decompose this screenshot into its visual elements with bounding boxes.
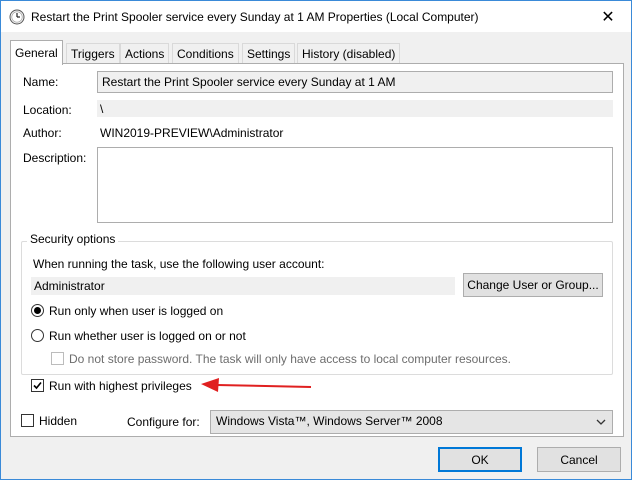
chevron-down-icon <box>596 419 606 425</box>
configure-for-label: Configure for: <box>127 415 200 429</box>
properties-dialog: Restart the Print Spooler service every … <box>0 0 632 480</box>
radio-whether-logged-on[interactable] <box>31 329 44 342</box>
configure-for-dropdown[interactable]: Windows Vista™, Windows Server™ 2008 <box>210 410 613 434</box>
close-button[interactable]: ✕ <box>585 1 631 32</box>
tab-general[interactable]: General <box>10 40 63 65</box>
radio-whether-label[interactable]: Run whether user is logged on or not <box>49 329 246 343</box>
description-field[interactable] <box>97 147 613 223</box>
cancel-button[interactable]: Cancel <box>537 447 621 472</box>
checkmark-icon <box>33 381 42 390</box>
title-bar[interactable]: Restart the Print Spooler service every … <box>1 1 631 32</box>
tab-conditions[interactable]: Conditions <box>172 43 239 64</box>
user-account-field: Administrator <box>31 277 455 295</box>
highest-privileges-checkbox[interactable] <box>31 379 44 392</box>
change-user-button[interactable]: Change User or Group... <box>463 273 603 297</box>
highest-privileges-label[interactable]: Run with highest privileges <box>49 379 192 393</box>
no-store-password-label: Do not store password. The task will onl… <box>69 352 511 366</box>
location-label: Location: <box>23 103 72 117</box>
tab-triggers[interactable]: Triggers <box>66 43 120 64</box>
configure-for-value: Windows Vista™, Windows Server™ 2008 <box>216 414 443 428</box>
location-value: \ <box>97 100 613 117</box>
author-label: Author: <box>23 126 62 140</box>
author-value: WIN2019-PREVIEW\Administrator <box>100 126 284 140</box>
description-label: Description: <box>23 151 87 165</box>
ok-button[interactable]: OK <box>438 447 522 472</box>
name-label: Name: <box>23 75 59 89</box>
window-title: Restart the Print Spooler service every … <box>31 10 479 24</box>
tab-settings[interactable]: Settings <box>242 43 296 64</box>
no-store-password-checkbox <box>51 352 64 365</box>
tab-history[interactable]: History (disabled) <box>297 43 401 64</box>
tab-actions[interactable]: Actions <box>120 43 170 64</box>
radio-logged-on[interactable] <box>31 304 44 317</box>
radio-logged-on-label[interactable]: Run only when user is logged on <box>49 304 223 318</box>
clock-icon <box>9 9 25 25</box>
security-options-title: Security options <box>27 232 119 246</box>
account-prompt: When running the task, use the following… <box>33 257 325 271</box>
name-field[interactable]: Restart the Print Spooler service every … <box>97 71 613 93</box>
red-arrow-icon <box>201 378 312 392</box>
hidden-checkbox[interactable] <box>21 414 34 427</box>
close-icon: ✕ <box>601 8 615 26</box>
hidden-label[interactable]: Hidden <box>39 414 77 428</box>
